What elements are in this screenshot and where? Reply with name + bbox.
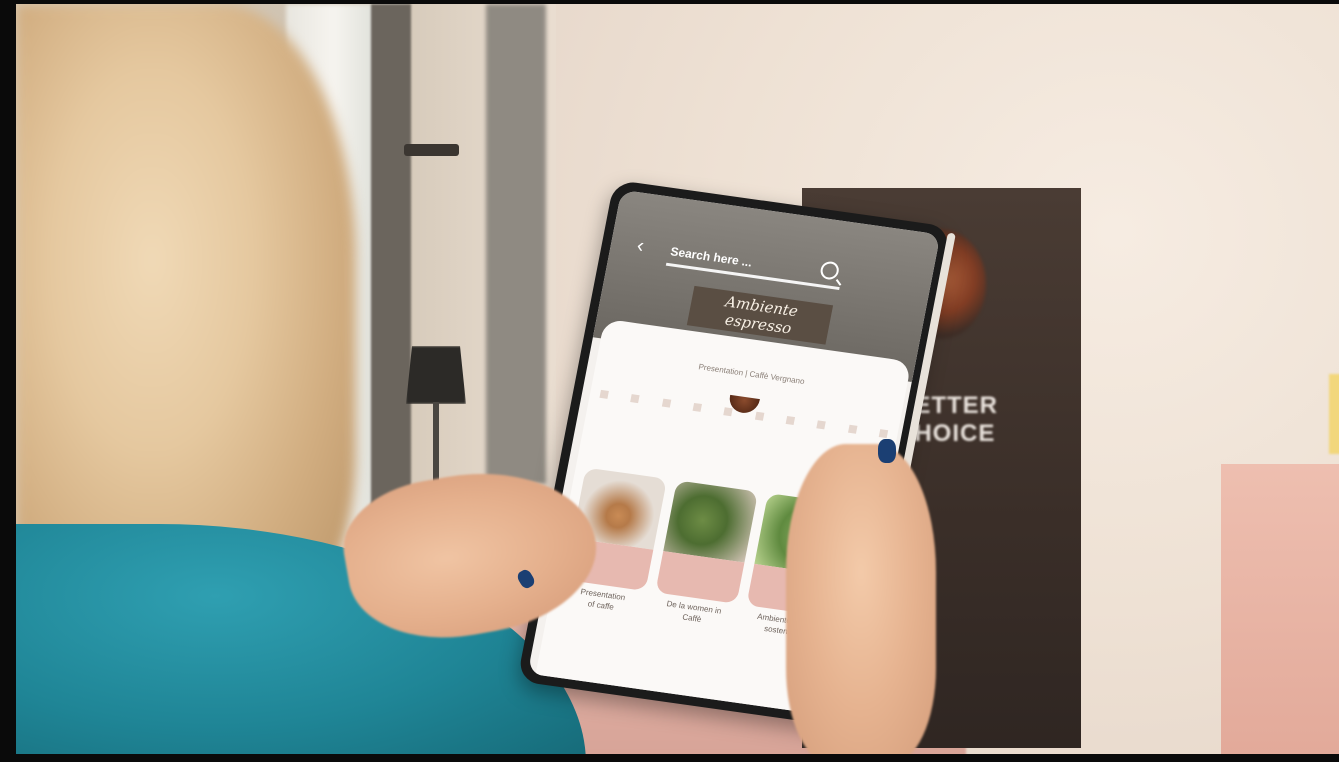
pattern-dot	[723, 407, 734, 417]
door-handle	[404, 144, 459, 156]
pattern-dot	[599, 389, 609, 399]
card-image	[663, 480, 759, 563]
pattern-dot	[661, 398, 671, 408]
pattern-dot	[754, 411, 765, 421]
search-icon[interactable]	[819, 260, 841, 281]
card-women[interactable]: De la women in Caffè	[646, 480, 759, 649]
photo-scene: BETTER CHOICE ‹ Ambiente espresso Presen…	[16, 4, 1339, 754]
lamp-shade	[406, 346, 466, 404]
pattern-dot	[785, 416, 796, 426]
pattern-dot	[692, 402, 702, 412]
pattern-dot	[816, 420, 827, 430]
pattern-dot	[878, 429, 889, 439]
banner-accent	[1329, 374, 1339, 454]
nail	[878, 439, 896, 463]
door-frame	[371, 4, 411, 524]
pattern-dot	[847, 424, 858, 434]
door-frame-right	[486, 4, 546, 484]
banner	[1221, 464, 1339, 754]
video-frame: BETTER CHOICE ‹ Ambiente espresso Presen…	[0, 0, 1339, 762]
pattern-dot	[630, 394, 640, 404]
right-hand	[786, 444, 936, 754]
